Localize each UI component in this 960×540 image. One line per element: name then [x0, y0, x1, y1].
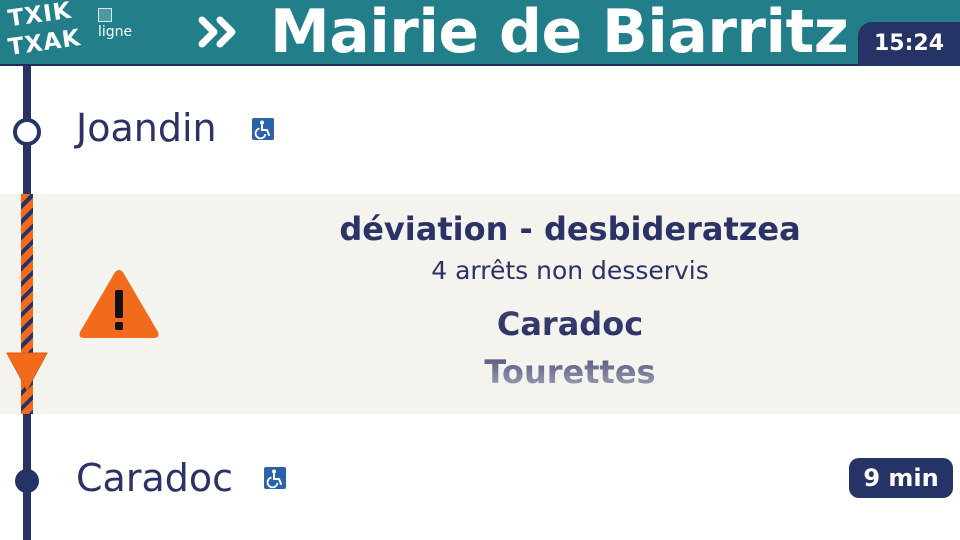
- skipped-stops-list: Caradoc Tourettes: [400, 300, 740, 396]
- double-chevron-right-icon: [190, 8, 246, 56]
- skipped-stop: Tourettes: [484, 353, 656, 391]
- deviation-down-arrow-icon: [5, 350, 49, 394]
- stop-marker-passed: [13, 118, 41, 146]
- line-image: ligne: [98, 8, 142, 44]
- stop-name: Joandin: [76, 106, 217, 150]
- deviation-title: déviation - desbideratzea: [339, 210, 801, 248]
- wait-time-badge: 9 min: [849, 458, 953, 498]
- wheelchair-icon: [252, 118, 274, 140]
- wheelchair-icon: [264, 467, 286, 489]
- stop-marker-next: [15, 469, 39, 493]
- current-time: 15:24: [858, 22, 960, 66]
- line-image-alt-text: ligne: [98, 24, 133, 40]
- stop-name: Caradoc: [76, 456, 233, 500]
- txik-txak-logo: TXIK TXAK: [6, 0, 83, 62]
- skipped-stop: Caradoc: [496, 305, 644, 343]
- deviation-subtitle: 4 arrêts non desservis: [431, 256, 709, 285]
- broken-image-icon: [98, 8, 112, 22]
- warning-icon: [76, 266, 162, 342]
- destination-title: Mairie de Biarritz: [270, 0, 849, 67]
- header-bar: TXIK TXAK ligne Mairie de Biarritz 15:24: [0, 0, 960, 67]
